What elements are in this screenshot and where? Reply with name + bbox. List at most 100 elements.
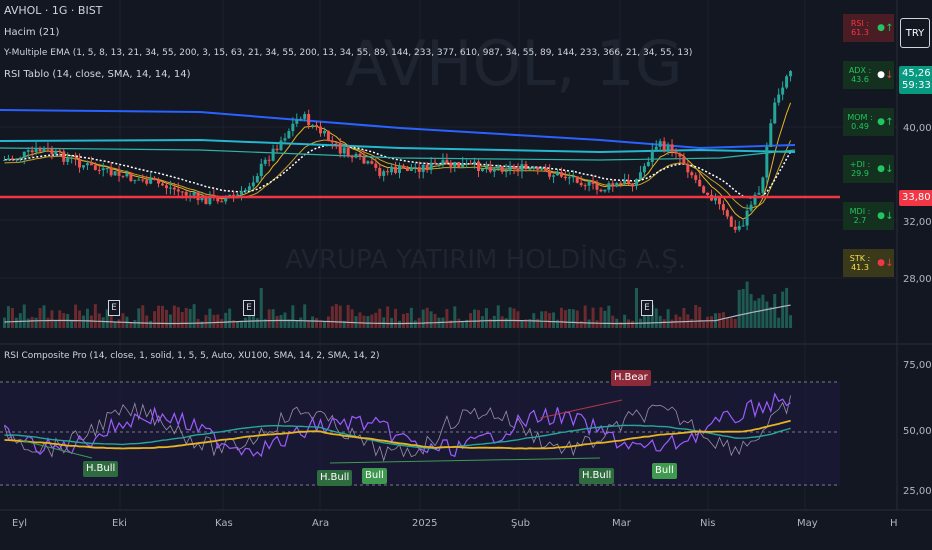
- volume-bar: [516, 311, 520, 328]
- rsi-composite-title[interactable]: RSI Composite Pro (14, close, 1, solid, …: [4, 351, 380, 361]
- chart-canvas[interactable]: AVHOL, 1G AVRUPA YATIRIM HOLDİNG A.Ş.: [0, 0, 932, 550]
- volume-bar: [500, 316, 504, 328]
- candle-body: [737, 226, 741, 230]
- indicator-rsi-table[interactable]: RSI Tablo (14, close, SMA, 14, 14, 14): [4, 69, 191, 80]
- volume-bar: [157, 305, 161, 328]
- currency-button[interactable]: TRY: [900, 18, 930, 48]
- candle-body: [725, 210, 729, 217]
- candle-body: [484, 166, 488, 169]
- bar-countdown: 59:33: [902, 80, 931, 91]
- candle-body: [382, 171, 386, 176]
- candle-body: [619, 182, 623, 184]
- candle-body: [642, 166, 646, 173]
- candle-body: [769, 123, 773, 147]
- volume-bar: [6, 306, 10, 328]
- candle-body: [567, 177, 571, 179]
- volume-bar: [540, 311, 544, 328]
- volume-bar: [240, 321, 243, 328]
- volume-bar: [512, 308, 516, 328]
- volume-bar: [469, 313, 473, 328]
- volume-bar: [358, 312, 362, 328]
- volume-bar: [666, 309, 670, 328]
- volume-bar: [698, 307, 702, 328]
- volume-bar: [46, 317, 50, 328]
- candle-body: [611, 183, 615, 187]
- volume-bar: [180, 312, 184, 328]
- candle-body: [93, 165, 97, 170]
- volume-bar: [757, 298, 761, 328]
- volume-bar: [208, 308, 212, 328]
- volume-bar: [623, 314, 627, 328]
- candle-body: [615, 182, 619, 187]
- candle-body: [449, 162, 453, 167]
- volume-bar: [607, 305, 611, 328]
- h-bull-label-1: H.Bull: [83, 461, 119, 477]
- candle-body: [263, 159, 267, 164]
- candle-body: [417, 167, 421, 172]
- candle-body: [129, 172, 133, 181]
- time-tick-sub: Şub: [511, 518, 531, 529]
- last-price: 45,26: [902, 68, 931, 79]
- volume-bar: [587, 319, 591, 328]
- volume-bar: [10, 307, 14, 328]
- indicator-volume[interactable]: Hacim (21): [4, 27, 59, 38]
- volume-bar: [741, 288, 745, 328]
- candle-body: [133, 180, 137, 182]
- volume-bar: [591, 307, 595, 328]
- candle-body: [433, 162, 437, 164]
- volume-bar: [386, 306, 390, 328]
- candle-body: [500, 166, 504, 172]
- candle-body: [42, 148, 46, 152]
- volume-bar: [631, 320, 635, 328]
- candle-body: [259, 163, 263, 177]
- indicator-multiple-ema[interactable]: Y-Multiple EMA (1, 5, 8, 13, 21, 34, 55,…: [4, 48, 692, 58]
- volume-bar: [74, 304, 78, 328]
- volume-bar: [224, 312, 228, 328]
- candle-body: [50, 148, 54, 154]
- volume-bar: [58, 310, 62, 328]
- symbol-title[interactable]: AVHOL · 1G · BIST: [4, 4, 102, 17]
- volume-bar: [101, 317, 105, 328]
- candle-body: [121, 175, 125, 177]
- candle-body: [350, 155, 354, 158]
- volume-bar: [480, 316, 484, 328]
- event-marker-3[interactable]: E: [641, 300, 653, 316]
- candle-body: [283, 138, 287, 141]
- volume-bar: [579, 320, 583, 328]
- time-tick-eki: Eki: [112, 518, 127, 529]
- event-marker-2[interactable]: E: [243, 300, 255, 316]
- volume-bar: [172, 305, 176, 328]
- volume-bar: [773, 293, 777, 328]
- candle-body: [540, 167, 544, 170]
- candle-body: [303, 114, 307, 119]
- candle-body: [362, 156, 366, 164]
- candle-body: [599, 189, 603, 192]
- rsi-table-row-1: ADX : 43.6 ● ↓: [843, 61, 894, 89]
- event-marker-1[interactable]: E: [108, 300, 120, 316]
- volume-bar: [504, 318, 508, 328]
- candle-body: [536, 167, 540, 170]
- volume-bar: [184, 307, 188, 328]
- time-tick-eyl: Eyl: [12, 518, 28, 529]
- volume-bar: [453, 306, 457, 328]
- candle-body: [544, 167, 548, 171]
- volume-bar: [350, 309, 354, 328]
- volume-bar: [619, 321, 623, 328]
- volume-bar: [82, 315, 85, 328]
- candle-body: [78, 159, 82, 168]
- volume-bar: [307, 321, 311, 328]
- volume-bar: [236, 321, 240, 328]
- candle-body: [777, 94, 781, 103]
- status-dot-icon: ●: [877, 164, 885, 174]
- volume-bar: [161, 305, 164, 328]
- candle-body: [326, 131, 330, 141]
- candle-body: [595, 183, 599, 190]
- volume-bar: [271, 309, 275, 328]
- candle-body: [571, 176, 575, 178]
- candle-body: [413, 167, 417, 169]
- candle-body: [168, 187, 172, 189]
- candle-body: [674, 151, 678, 154]
- candle-body: [761, 177, 765, 193]
- candle-body: [682, 156, 686, 165]
- candle-body: [548, 170, 552, 177]
